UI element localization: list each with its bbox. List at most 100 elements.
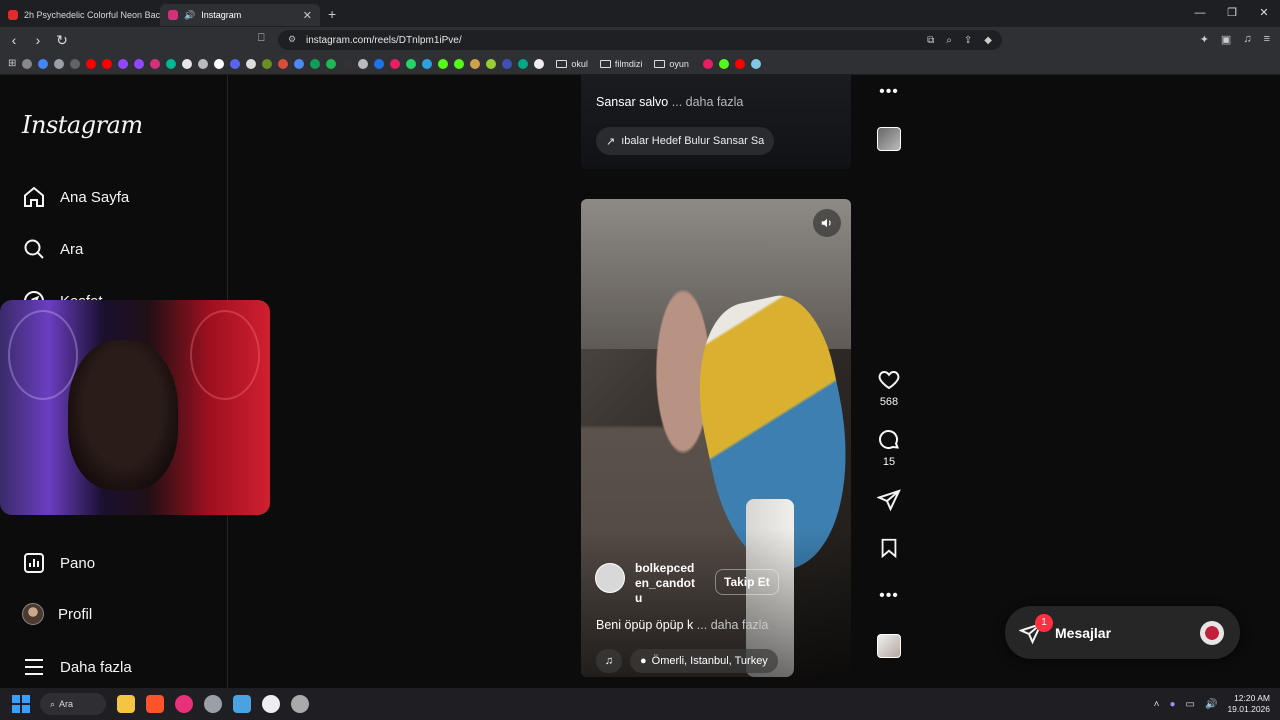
bookmark-icon[interactable] <box>262 58 273 69</box>
bookmark-icon[interactable] <box>358 58 369 69</box>
bookmark-youtube-icon[interactable] <box>102 58 113 69</box>
bookmark-icon[interactable] <box>518 58 529 69</box>
bookmark-icon[interactable] <box>198 58 209 69</box>
shield-icon[interactable]: ◆ <box>984 35 992 46</box>
reel-author[interactable]: bolkepceden_candotu <box>595 561 695 606</box>
tab-youtube[interactable]: 2h Psychedelic Colorful Neon Backgr <box>0 4 160 26</box>
network-icon[interactable]: ▭ <box>1186 699 1195 710</box>
bookmark-icon[interactable] <box>878 537 900 559</box>
more-options-icon[interactable]: ••• <box>879 587 899 605</box>
bookmark-google-icon[interactable] <box>38 58 49 69</box>
bookmark-telegram-icon[interactable] <box>422 58 433 69</box>
app-icon[interactable] <box>204 695 222 713</box>
app-icon[interactable] <box>262 695 280 713</box>
menu-icon[interactable]: ≡ <box>1264 33 1270 46</box>
bookmark-history-icon[interactable] <box>22 58 33 69</box>
bookmark-icon[interactable] <box>750 58 761 69</box>
more-link[interactable]: ... daha fazla <box>697 618 769 632</box>
heart-icon[interactable] <box>877 368 901 392</box>
bookmark-icon[interactable]: ⎕ <box>258 32 265 45</box>
instagram-logo[interactable]: Instagram <box>22 111 143 139</box>
sidebar-item-dashboard[interactable]: Pano <box>22 551 95 575</box>
bookmark-icon[interactable] <box>278 58 289 69</box>
bookmark-kick-icon[interactable] <box>718 58 729 69</box>
bookmark-icon[interactable] <box>54 58 65 69</box>
bookmark-icon[interactable] <box>342 58 353 69</box>
taskbar-search[interactable]: ⌕ Ara <box>40 693 106 715</box>
site-info-icon[interactable]: ⚙ <box>288 34 296 45</box>
sidebar-item-more[interactable]: Daha fazla <box>22 655 132 679</box>
bookmark-youtube-icon[interactable] <box>86 58 97 69</box>
location-pill[interactable]: ● Ömerli, Istanbul, Turkey <box>630 649 778 673</box>
restore-button[interactable]: ❐ <box>1216 0 1248 27</box>
bookmark-icon[interactable] <box>702 58 713 69</box>
bookmark-icon[interactable] <box>374 58 385 69</box>
apps-icon[interactable]: ⊞ <box>8 58 16 69</box>
bookmark-icon[interactable] <box>486 58 497 69</box>
more-options-icon[interactable]: ••• <box>879 83 899 101</box>
clock[interactable]: 12:20 AM 19.01.2026 <box>1227 693 1270 715</box>
close-icon[interactable]: ✕ <box>303 9 312 22</box>
bookmark-icon[interactable] <box>502 58 513 69</box>
wallet-icon[interactable]: ▣ <box>1221 33 1231 46</box>
forward-button[interactable]: › <box>28 32 48 48</box>
bookmark-icon[interactable] <box>294 58 305 69</box>
windows-start-icon[interactable] <box>12 695 30 713</box>
bookmark-folder-oyun[interactable]: oyun <box>654 59 689 69</box>
new-tab-button[interactable]: + <box>328 6 336 22</box>
close-window-button[interactable]: ✕ <box>1248 0 1280 27</box>
sidebar-item-profile[interactable]: Profil <box>22 603 92 625</box>
reel-video[interactable]: bolkepceden_candotu Takip Et Beni öpüp ö… <box>581 199 851 677</box>
bookmark-instagram-icon[interactable] <box>150 58 161 69</box>
microphone-icon[interactable]: ● <box>1170 699 1176 710</box>
bookmark-icon[interactable] <box>470 58 481 69</box>
chevron-up-icon[interactable]: ˄ <box>1154 699 1160 710</box>
media-player-icon[interactable] <box>175 695 193 713</box>
sidebar-item-home[interactable]: Ana Sayfa <box>22 185 129 209</box>
bookmark-kick-icon[interactable] <box>454 58 465 69</box>
bookmark-discord-icon[interactable] <box>230 58 241 69</box>
bookmark-whatsapp-icon[interactable] <box>406 58 417 69</box>
audio-button[interactable]: ♫ <box>596 649 622 673</box>
share-icon[interactable]: ⇪ <box>964 35 972 46</box>
sidebar-item-search[interactable]: Ara <box>22 237 83 261</box>
author-avatar[interactable] <box>595 563 625 593</box>
bookmark-icon[interactable] <box>246 58 257 69</box>
messages-button[interactable]: 1 Mesajlar <box>1005 606 1240 659</box>
audio-thumbnail[interactable] <box>877 127 901 151</box>
bookmark-x-icon[interactable] <box>182 58 193 69</box>
bookmark-twitch-icon[interactable] <box>118 58 129 69</box>
bookmark-icon[interactable] <box>390 58 401 69</box>
bookmark-drive-icon[interactable] <box>310 58 321 69</box>
comment-icon[interactable] <box>877 428 901 452</box>
app-icon[interactable] <box>291 695 309 713</box>
previous-reel[interactable]: Sansar salvo ... daha fazla ↗ ıbalar Hed… <box>581 75 851 169</box>
bookmark-icon[interactable] <box>534 58 545 69</box>
tab-instagram[interactable]: 🔊 Instagram ✕ <box>160 4 320 26</box>
more-link[interactable]: ... daha fazla <box>672 95 744 109</box>
audio-thumbnail[interactable] <box>877 634 901 658</box>
author-username[interactable]: bolkepceden_candotu <box>635 561 695 606</box>
media-icon[interactable]: ♫ <box>1243 33 1251 46</box>
bookmark-icon[interactable] <box>166 58 177 69</box>
zoom-icon[interactable]: ⌕ <box>946 35 952 46</box>
volume-icon[interactable]: 🔊 <box>1205 699 1217 710</box>
bookmark-icon[interactable] <box>70 58 81 69</box>
volume-button[interactable] <box>813 209 841 237</box>
open-in-app-icon[interactable]: ⧉ <box>927 35 934 46</box>
file-explorer-icon[interactable] <box>117 695 135 713</box>
share-icon[interactable] <box>877 488 901 512</box>
brave-browser-icon[interactable] <box>146 695 164 713</box>
follow-button[interactable]: Takip Et <box>715 569 779 595</box>
minimize-button[interactable]: — <box>1184 0 1216 27</box>
extensions-icon[interactable]: ✦ <box>1200 33 1209 46</box>
bookmark-kick-icon[interactable] <box>438 58 449 69</box>
bookmark-twitch-icon[interactable] <box>134 58 145 69</box>
bookmark-folder-okul[interactable]: okul <box>556 59 588 69</box>
reload-button[interactable]: ↻ <box>52 32 72 49</box>
reel-link-pill[interactable]: ↗ ıbalar Hedef Bulur Sansar Sa <box>596 127 775 155</box>
address-bar[interactable]: ⚙ instagram.com/reels/DTnlpm1iPve/ ⧉ ⌕ ⇪… <box>278 30 1002 50</box>
back-button[interactable]: ‹ <box>4 32 24 48</box>
bookmark-youtube-icon[interactable] <box>734 58 745 69</box>
bookmark-spotify-icon[interactable] <box>326 58 337 69</box>
